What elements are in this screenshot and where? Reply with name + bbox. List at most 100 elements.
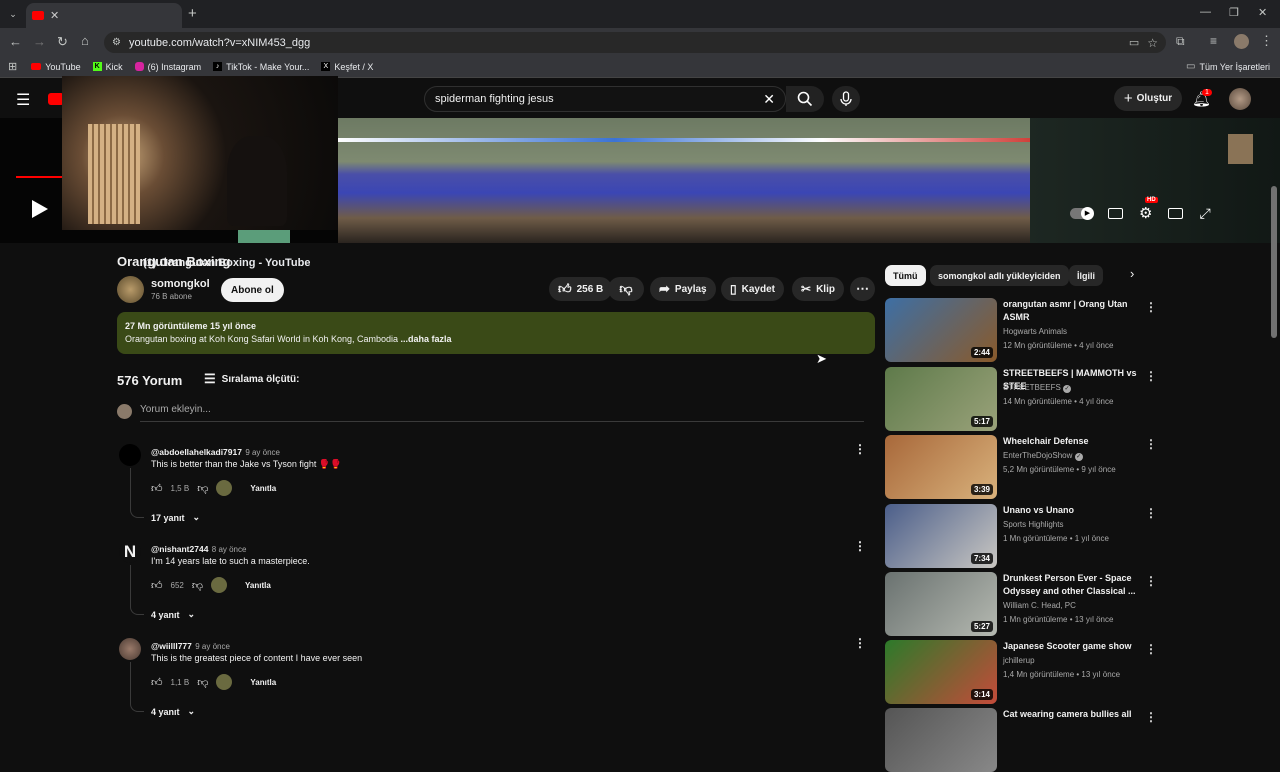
video-thumbnail[interactable]: 5:17 xyxy=(885,367,997,431)
more-actions-button[interactable]: ⋯ xyxy=(850,277,875,301)
recommended-video[interactable]: 3:39 Wheelchair Defense EnterTheDojoShow… xyxy=(885,435,1165,499)
play-icon[interactable] xyxy=(32,200,48,218)
hamburger-menu-icon[interactable]: ☰ xyxy=(16,90,30,110)
clip-button[interactable]: ✂ Klip xyxy=(792,277,844,301)
dislike-button[interactable]: 👎︎ xyxy=(608,277,644,301)
bookmark-kick[interactable]: K Kick xyxy=(92,62,123,72)
account-avatar[interactable] xyxy=(1229,88,1251,110)
subscribe-button[interactable]: Abone ol xyxy=(221,278,284,302)
comment-like-icon[interactable]: 👍︎ xyxy=(151,482,163,495)
recommended-title[interactable]: Drunkest Person Ever - Space Odyssey and… xyxy=(1003,572,1138,598)
comment-author[interactable]: @nishant2744 xyxy=(151,544,208,554)
create-button[interactable]: + Oluştur xyxy=(1114,86,1182,111)
comment-avatar[interactable] xyxy=(119,638,141,660)
recommended-title[interactable]: Unano vs Unano xyxy=(1003,504,1138,517)
progress-bar[interactable] xyxy=(16,176,64,178)
recommended-menu-icon[interactable]: ⋮ xyxy=(1145,369,1157,383)
recommended-title[interactable]: Japanese Scooter game show xyxy=(1003,640,1138,653)
recommended-video[interactable]: 5:17 STREETBEEFS | MAMMOTH vs STEE STREE… xyxy=(885,367,1165,431)
bookmark-star-icon[interactable]: ☆ xyxy=(1147,36,1158,50)
description-box[interactable]: 27 Mn görüntüleme 15 yıl önce Orangutan … xyxy=(117,312,875,354)
recommended-menu-icon[interactable]: ⋮ xyxy=(1145,300,1157,314)
comment-time[interactable]: 9 ay önce xyxy=(195,642,230,651)
recommended-channel[interactable]: Sports Highlights xyxy=(1003,518,1063,531)
back-icon[interactable]: ← xyxy=(9,34,22,49)
comment-avatar[interactable] xyxy=(119,444,141,466)
show-more-link[interactable]: ...daha fazla xyxy=(401,334,452,344)
recommended-video[interactable]: 5:27 Drunkest Person Ever - Space Odysse… xyxy=(885,572,1165,636)
page-scrollbar[interactable] xyxy=(1271,186,1277,338)
site-info-icon[interactable]: ⚙ xyxy=(112,37,121,48)
miniplayer-icon[interactable] xyxy=(1168,207,1184,219)
search-box[interactable]: spiderman fighting jesus ✕ xyxy=(424,86,786,112)
comment-time[interactable]: 8 ay önce xyxy=(212,545,247,554)
all-bookmarks[interactable]: ▭ Tüm Yer İşaretleri xyxy=(1186,61,1270,72)
channel-name[interactable]: somongkol xyxy=(151,278,210,290)
url-bar[interactable]: ⚙ youtube.com/watch?v=xNIM453_dgg ▭ ☆ xyxy=(104,32,1166,53)
bookmark-youtube[interactable]: YouTube xyxy=(31,62,81,72)
settings-gear-icon[interactable]: ⚙ HD xyxy=(1139,197,1158,222)
recommended-channel[interactable]: STREETBEEFS ✓ xyxy=(1003,381,1072,394)
search-input[interactable]: spiderman fighting jesus xyxy=(435,93,763,105)
comment-author[interactable]: @abdoellahelkadi7917 xyxy=(151,447,242,457)
voice-search-button[interactable] xyxy=(832,86,860,112)
comment-time[interactable]: 9 ay önce xyxy=(245,448,280,457)
video-thumbnail[interactable] xyxy=(885,708,997,772)
comment-menu-icon[interactable]: ⋮ xyxy=(854,539,866,553)
clear-search-icon[interactable]: ✕ xyxy=(763,91,775,108)
comment-avatar[interactable]: N xyxy=(119,541,141,563)
recommended-video[interactable]: 7:34 Unano vs Unano Sports Highlights 1 … xyxy=(885,504,1165,568)
comment-dislike-icon[interactable]: 👎︎ xyxy=(197,676,208,689)
video-thumbnail[interactable]: 5:27 xyxy=(885,572,997,636)
video-thumbnail[interactable]: 7:34 xyxy=(885,504,997,568)
video-frame[interactable] xyxy=(338,118,1030,243)
media-icon[interactable]: ≡ xyxy=(1210,34,1217,48)
chip-from-uploader[interactable]: somongkol adlı yükleyiciden xyxy=(930,265,1069,286)
add-comment-input[interactable]: Yorum ekleyin... xyxy=(140,404,864,422)
replies-toggle[interactable]: 17 yanıt ⌄ xyxy=(151,512,200,523)
sort-button[interactable]: ☰ Sıralama ölçütü: xyxy=(204,371,299,387)
replies-toggle[interactable]: 4 yanıt ⌄ xyxy=(151,609,195,620)
bookmark-tiktok[interactable]: ♪ TikTok - Make Your... xyxy=(213,62,309,72)
comment-like-icon[interactable]: 👍︎ xyxy=(151,676,163,689)
chevron-right-icon[interactable]: › xyxy=(1130,266,1134,281)
reply-button[interactable]: Yanıtla xyxy=(250,484,276,493)
tab-close-icon[interactable]: ✕ xyxy=(50,9,59,22)
cast-icon[interactable]: ▭ xyxy=(1129,36,1139,49)
minimize-icon[interactable]: — xyxy=(1200,6,1211,18)
comment-author[interactable]: @wiilll777 xyxy=(151,641,192,651)
extensions-icon[interactable]: ⧉ xyxy=(1176,34,1185,49)
apps-icon[interactable]: ⊞ xyxy=(8,60,17,73)
share-button[interactable]: ➦ Paylaş xyxy=(650,277,716,301)
recommended-title[interactable]: Wheelchair Defense xyxy=(1003,435,1138,448)
recommended-channel[interactable]: William C. Head, PC xyxy=(1003,599,1076,612)
recommended-title[interactable]: orangutan asmr | Orang Utan ASMR xyxy=(1003,298,1138,324)
recommended-channel[interactable]: Hogwarts Animals xyxy=(1003,325,1067,338)
tab-search-icon[interactable]: ⌄ xyxy=(6,7,20,21)
recommended-channel[interactable]: EnterTheDojoShow ✓ xyxy=(1003,449,1083,462)
reply-button[interactable]: Yanıtla xyxy=(250,678,276,687)
autoplay-toggle[interactable]: ▶ xyxy=(1070,206,1094,220)
subtitles-icon[interactable] xyxy=(1108,207,1123,219)
channel-avatar[interactable] xyxy=(117,276,144,303)
recommended-video[interactable]: 3:14 Japanese Scooter game show jchiller… xyxy=(885,640,1165,704)
recommended-menu-icon[interactable]: ⋮ xyxy=(1145,437,1157,451)
bookmark-x[interactable]: X Keşfet / X xyxy=(321,62,373,72)
recommended-menu-icon[interactable]: ⋮ xyxy=(1145,642,1157,656)
replies-toggle[interactable]: 4 yanıt ⌄ xyxy=(151,706,195,717)
chip-all[interactable]: Tümü xyxy=(885,265,926,286)
comment-like-icon[interactable]: 👍︎ xyxy=(151,579,163,592)
close-window-icon[interactable]: ✕ xyxy=(1258,6,1267,19)
comment-menu-icon[interactable]: ⋮ xyxy=(854,442,866,456)
chip-related[interactable]: İlgili xyxy=(1069,265,1103,286)
recommended-channel[interactable]: jchillerup xyxy=(1003,654,1035,667)
recommended-video[interactable]: 2:44 orangutan asmr | Orang Utan ASMR Ho… xyxy=(885,298,1165,362)
comment-dislike-icon[interactable]: 👎︎ xyxy=(197,482,208,495)
new-tab-icon[interactable]: + xyxy=(188,5,197,22)
reload-icon[interactable]: ↻ xyxy=(57,34,68,50)
video-thumbnail[interactable]: 3:14 xyxy=(885,640,997,704)
restore-icon[interactable]: ❐ xyxy=(1229,6,1239,19)
menu-icon[interactable]: ⋮ xyxy=(1260,33,1273,49)
recommended-menu-icon[interactable]: ⋮ xyxy=(1145,574,1157,588)
reply-button[interactable]: Yanıtla xyxy=(245,581,271,590)
